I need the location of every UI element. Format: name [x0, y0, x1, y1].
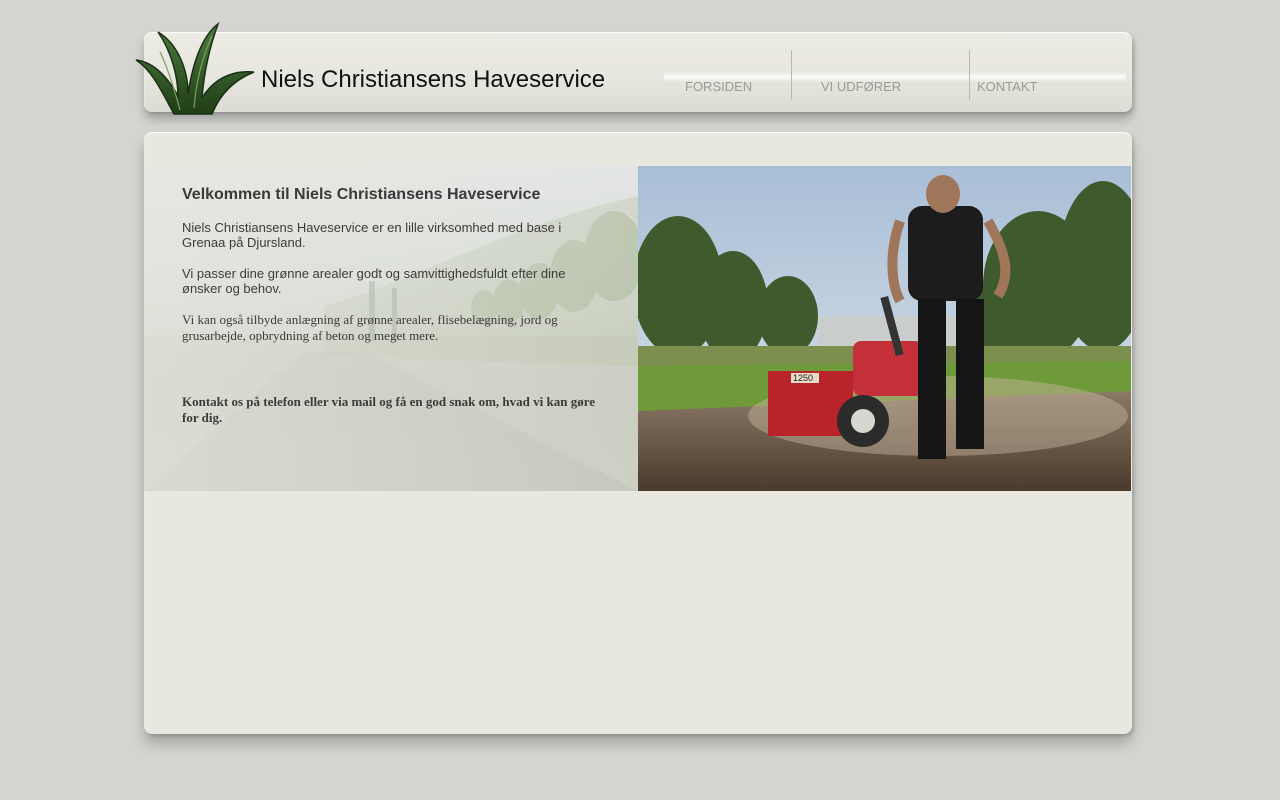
- site-title[interactable]: Niels Christiansens Haveservice: [261, 66, 605, 94]
- nav-item-kontakt[interactable]: KONTAKT: [977, 79, 1037, 95]
- nav-item-forsiden[interactable]: FORSIDEN: [685, 79, 752, 95]
- nav-divider: [969, 50, 970, 100]
- tiller-model-label: 1250: [793, 373, 813, 383]
- services-paragraph: Vi kan også tilbyde anlægning af grønne …: [182, 312, 558, 343]
- intro-paragraph: Niels Christiansens Haveservice er en li…: [182, 220, 562, 250]
- contact-call-to-action: Kontakt os på telefon eller via mail og …: [182, 394, 596, 425]
- grass-leaf-logo-icon[interactable]: [134, 22, 256, 116]
- tiller-photo: 1250: [638, 166, 1131, 491]
- welcome-content: Velkommen til Niels Christiansens Havese…: [182, 186, 612, 425]
- welcome-heading: Velkommen til Niels Christiansens Havese…: [182, 186, 541, 203]
- nav-divider: [791, 50, 792, 100]
- care-paragraph: Vi passer dine grønne arealer godt og sa…: [182, 266, 566, 296]
- nav-item-vi-udforer[interactable]: VI UDFØRER: [821, 79, 901, 95]
